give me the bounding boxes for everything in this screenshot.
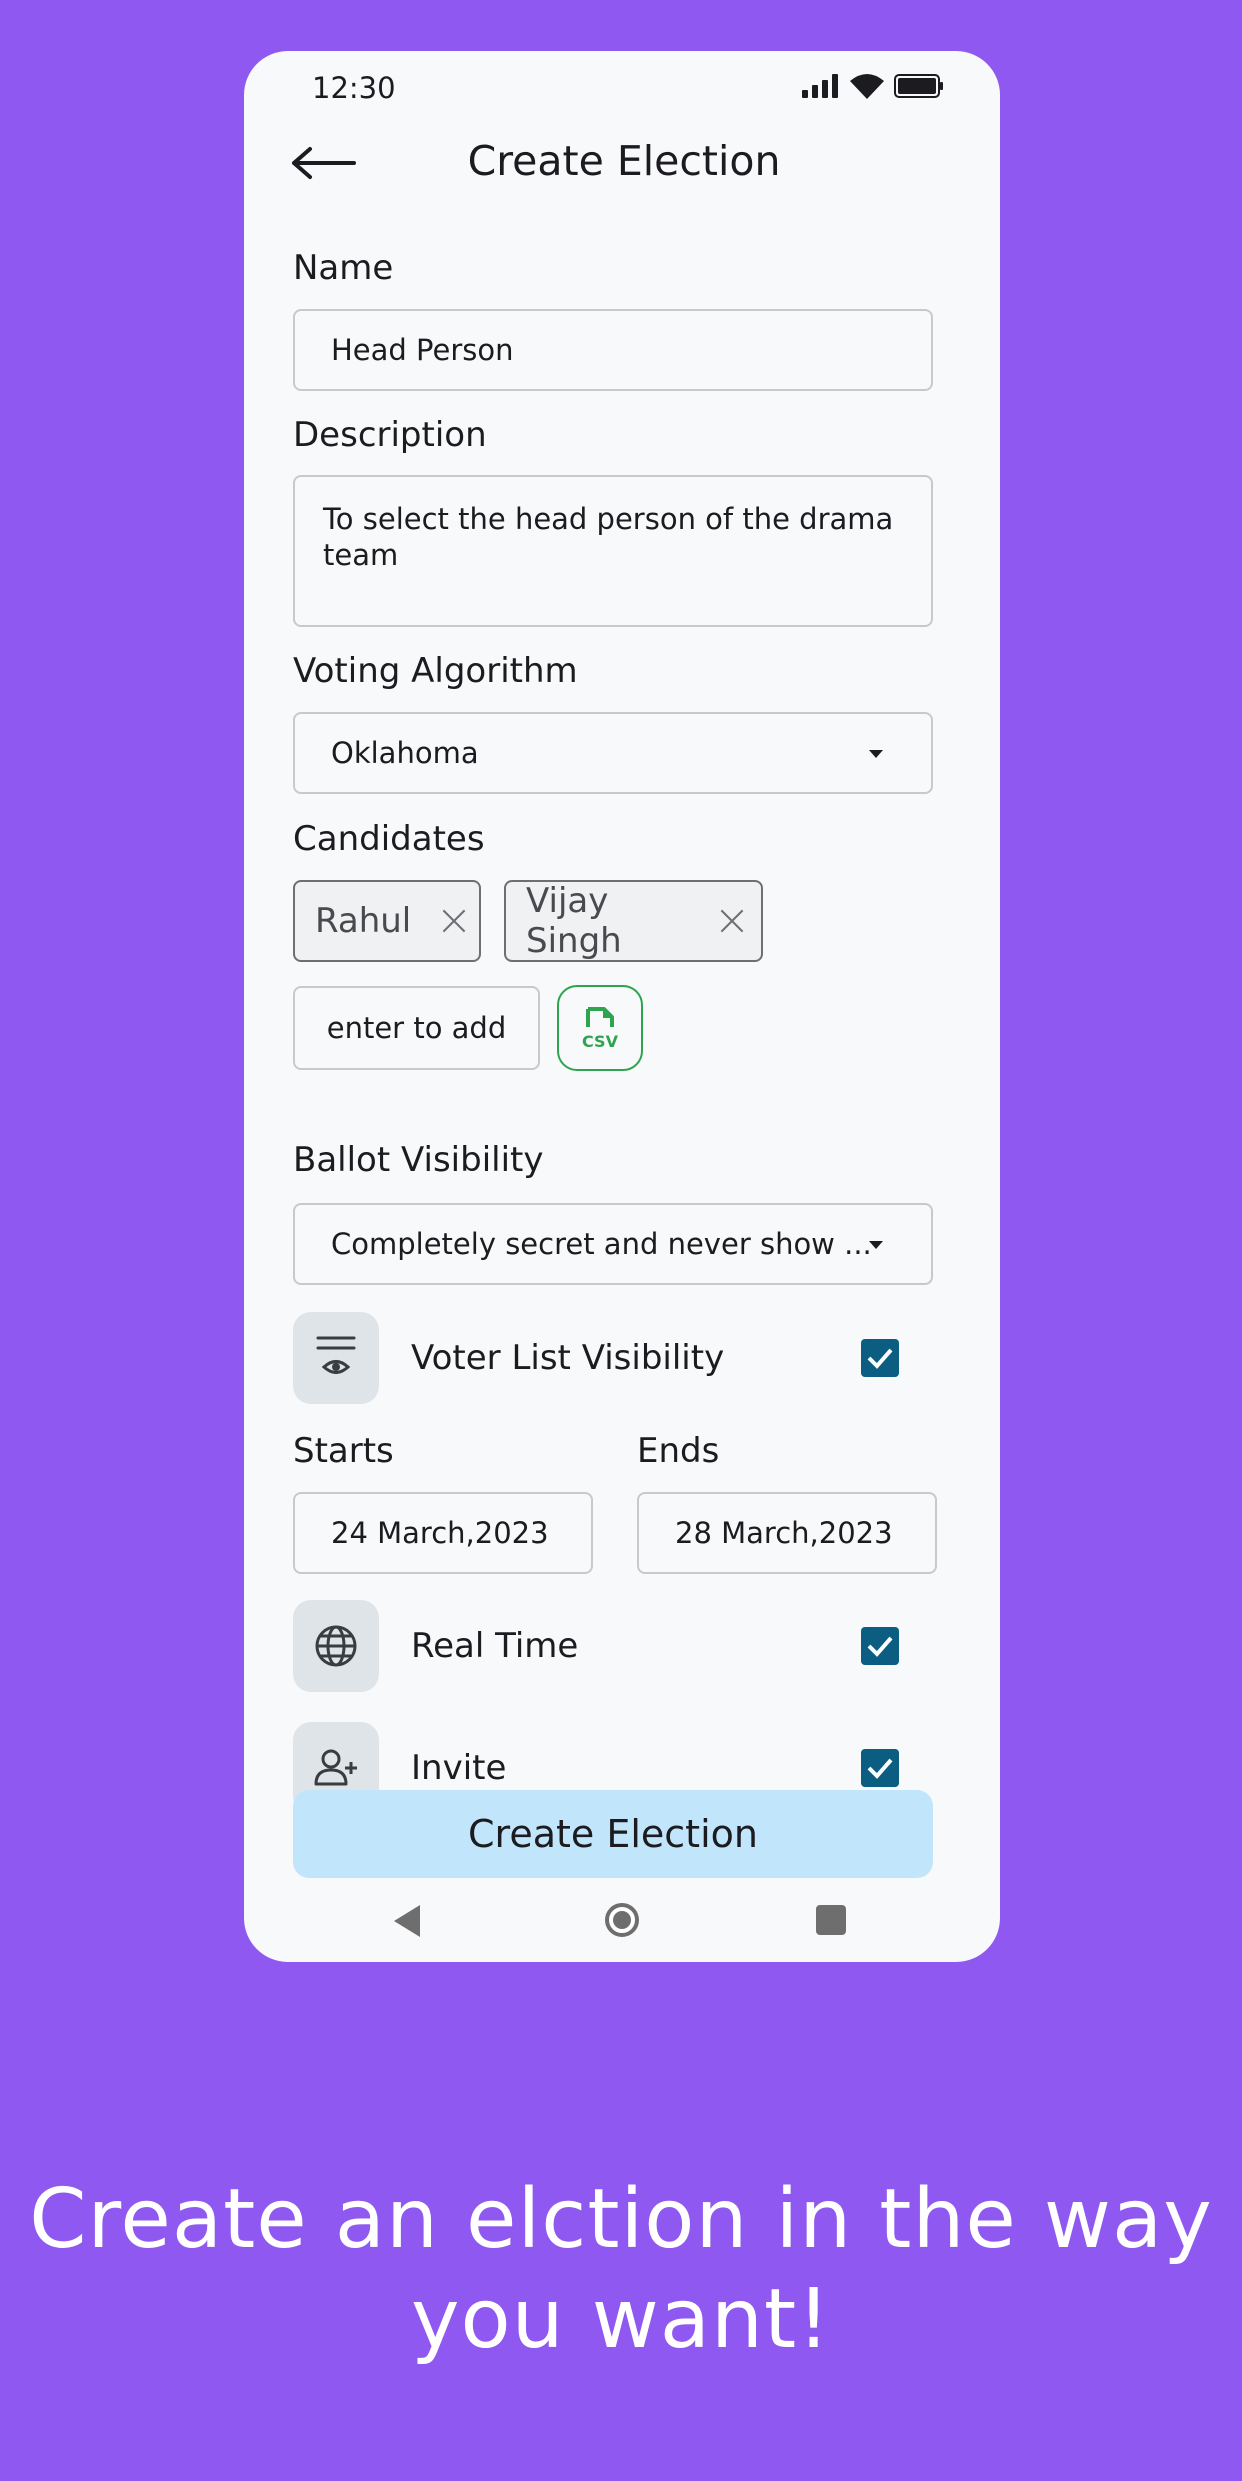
system-nav-bar bbox=[244, 1899, 1000, 1947]
globe-icon bbox=[293, 1600, 379, 1692]
candidates-label: Candidates bbox=[293, 819, 485, 859]
voter-list-row: Voter List Visibility bbox=[293, 1312, 933, 1404]
end-date-field[interactable]: 28 March,2023 bbox=[637, 1492, 937, 1574]
phone-screen: 12:30 Create Election Name Head Person D… bbox=[244, 51, 1000, 1962]
page-title: Create Election bbox=[467, 137, 781, 185]
dropdown-arrow-icon bbox=[869, 1241, 883, 1249]
status-icons bbox=[802, 73, 944, 99]
battery-icon bbox=[894, 74, 943, 98]
candidate-name: Vijay Singh bbox=[526, 881, 622, 961]
candidate-name: Rahul bbox=[315, 901, 412, 941]
voter-list-checkbox[interactable] bbox=[861, 1339, 899, 1377]
voter-list-label: Voter List Visibility bbox=[411, 1338, 725, 1378]
start-date-field[interactable]: 24 March,2023 bbox=[293, 1492, 593, 1574]
csv-upload-button[interactable]: CSV bbox=[557, 985, 643, 1071]
ballot-value: Completely secret and never show ... bbox=[331, 1227, 872, 1261]
candidate-chip: Rahul bbox=[293, 880, 481, 962]
starts-label: Starts bbox=[293, 1431, 394, 1471]
create-election-button[interactable]: Create Election bbox=[293, 1790, 933, 1878]
status-time: 12:30 bbox=[312, 71, 396, 105]
nav-recents-icon[interactable] bbox=[816, 1905, 846, 1935]
ballot-label: Ballot Visibility bbox=[293, 1140, 544, 1180]
description-field[interactable]: To select the head person of the drama t… bbox=[293, 475, 933, 627]
candidate-input[interactable]: enter to add bbox=[293, 986, 540, 1070]
csv-file-icon: CSV bbox=[582, 1007, 619, 1051]
candidate-chip: Vijay Singh bbox=[504, 880, 763, 962]
caption-line-1: Create an elction in the way bbox=[29, 2172, 1213, 2267]
wifi-icon bbox=[850, 74, 884, 99]
csv-text: CSV bbox=[582, 1032, 619, 1051]
realtime-row: Real Time bbox=[293, 1600, 933, 1692]
invite-label: Invite bbox=[411, 1748, 507, 1788]
algorithm-value: Oklahoma bbox=[331, 736, 479, 770]
name-label: Name bbox=[293, 248, 394, 288]
algorithm-label: Voting Algorithm bbox=[293, 651, 578, 691]
realtime-checkbox[interactable] bbox=[861, 1627, 899, 1665]
close-icon[interactable] bbox=[719, 908, 741, 934]
realtime-label: Real Time bbox=[411, 1626, 579, 1666]
ballot-dropdown[interactable]: Completely secret and never show ... bbox=[293, 1203, 933, 1285]
ends-label: Ends bbox=[637, 1431, 720, 1471]
check-icon bbox=[867, 1758, 893, 1779]
description-label: Description bbox=[293, 415, 487, 455]
signal-icon bbox=[802, 74, 838, 98]
algorithm-dropdown[interactable]: Oklahoma bbox=[293, 712, 933, 794]
check-icon bbox=[867, 1348, 893, 1369]
promo-caption: Create an elction in the way you want! bbox=[0, 2170, 1242, 2370]
nav-home-icon[interactable] bbox=[605, 1903, 639, 1937]
nav-back-icon[interactable] bbox=[394, 1905, 420, 1937]
invite-checkbox[interactable] bbox=[861, 1749, 899, 1787]
check-icon bbox=[867, 1636, 893, 1657]
list-eye-icon bbox=[293, 1312, 379, 1404]
name-field[interactable]: Head Person bbox=[293, 309, 933, 391]
dropdown-arrow-icon bbox=[869, 750, 883, 758]
close-icon[interactable] bbox=[441, 908, 459, 934]
caption-line-2: you want! bbox=[410, 2272, 832, 2367]
